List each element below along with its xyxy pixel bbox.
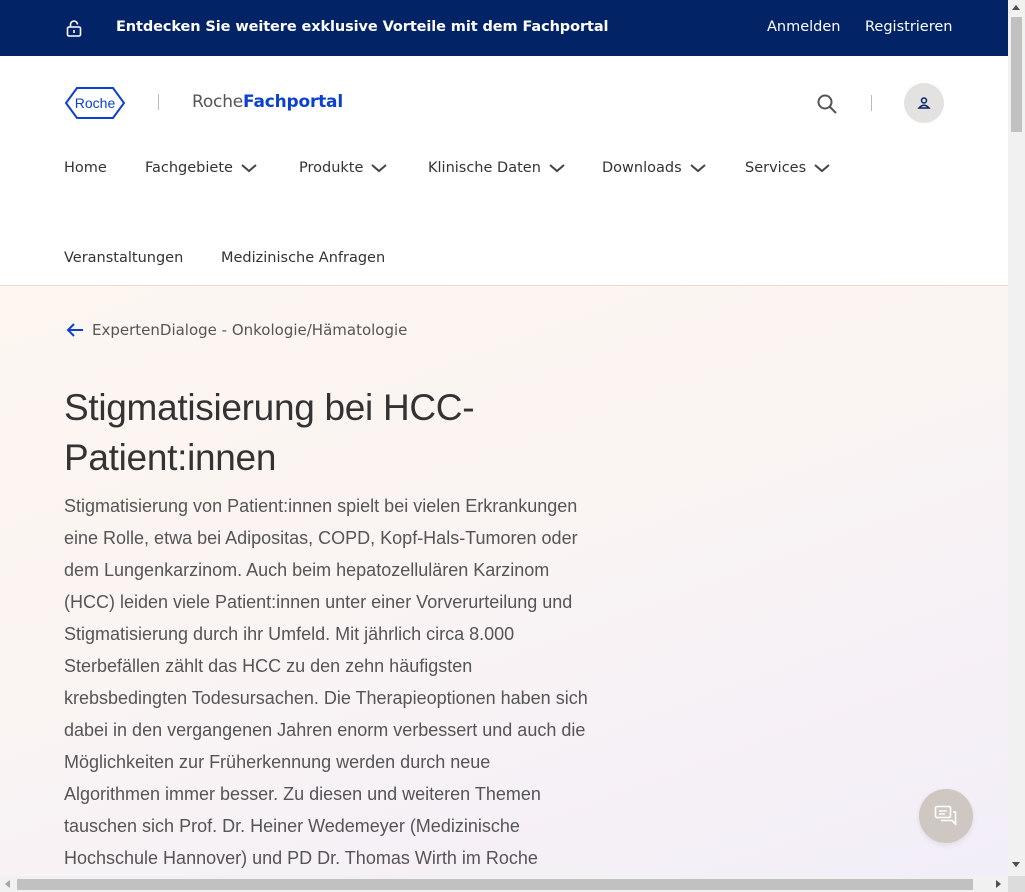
back-link-label: ExpertenDialoge - Onkologie/Hämatologie <box>92 321 408 339</box>
roche-logo[interactable]: Roche <box>64 86 126 120</box>
nav-veranstaltungen[interactable]: Veranstaltungen <box>64 250 183 266</box>
nav-label: Klinische Daten <box>428 160 541 176</box>
article-hero: ExpertenDialoge - Onkologie/Hämatologie … <box>0 286 1008 876</box>
promo-bar: Entdecken Sie weitere exklusive Vorteile… <box>0 0 1008 56</box>
nav-label: Fachgebiete <box>145 160 233 176</box>
user-icon <box>917 97 931 109</box>
vertical-scrollbar[interactable] <box>1008 0 1025 876</box>
horizontal-scroll-thumb[interactable] <box>17 879 973 890</box>
login-link[interactable]: Anmelden <box>767 19 841 35</box>
roche-logo-text: Roche <box>75 95 116 111</box>
chat-icon <box>934 805 957 826</box>
vertical-scroll-thumb[interactable] <box>1011 17 1022 132</box>
nav-label: Downloads <box>602 160 682 176</box>
register-link[interactable]: Registrieren <box>865 19 952 35</box>
chevron-down-icon <box>689 164 706 173</box>
nav-produkte[interactable]: Produkte <box>299 160 388 176</box>
page-title: Stigmatisierung bei HCC-Patient:innen <box>64 387 475 478</box>
scrollbar-corner <box>1008 876 1025 892</box>
back-link[interactable]: ExpertenDialoge - Onkologie/Hämatologie <box>66 321 407 339</box>
scroll-left-arrow[interactable] <box>5 880 10 888</box>
site-header: Roche RocheFachportal Home Fachgebiete P… <box>0 56 1008 286</box>
scroll-up-arrow[interactable] <box>1012 5 1020 10</box>
chat-button[interactable] <box>919 789 973 843</box>
fachportal-brand[interactable]: RocheFachportal <box>192 92 343 112</box>
nav-services[interactable]: Services <box>745 160 830 176</box>
chevron-down-icon <box>814 164 830 173</box>
scroll-right-arrow[interactable] <box>996 880 1001 888</box>
promo-text: Entdecken Sie weitere exklusive Vorteile… <box>116 19 609 35</box>
arrow-left-icon <box>66 323 83 337</box>
page-viewport: Entdecken Sie weitere exklusive Vorteile… <box>0 0 1008 876</box>
nav-fachgebiete[interactable]: Fachgebiete <box>145 160 257 176</box>
search-icon[interactable] <box>816 93 838 115</box>
chevron-down-icon <box>371 164 388 173</box>
nav-label: Produkte <box>299 160 364 176</box>
icon-divider <box>871 95 872 111</box>
scroll-down-arrow[interactable] <box>1012 862 1020 867</box>
nav-klinische-daten[interactable]: Klinische Daten <box>428 160 565 176</box>
brand-prefix: Roche <box>192 92 244 112</box>
user-account-button[interactable] <box>904 83 944 123</box>
logo-divider <box>158 94 159 110</box>
nav-label: Medizinische Anfragen <box>221 250 386 266</box>
nav-label: Veranstaltungen <box>64 250 184 266</box>
article-intro: Stigmatisierung von Patient:innen spielt… <box>64 496 588 868</box>
nav-label: Home <box>64 160 107 176</box>
brand-suffix: Fachportal <box>243 92 343 112</box>
chevron-down-icon <box>241 164 257 173</box>
chevron-down-icon <box>549 164 565 173</box>
nav-label: Services <box>745 160 807 176</box>
horizontal-scrollbar[interactable] <box>0 876 1008 892</box>
lock-open-icon <box>66 20 82 37</box>
nav-home[interactable]: Home <box>64 160 107 176</box>
nav-downloads[interactable]: Downloads <box>602 160 706 176</box>
nav-medizinische-anfragen[interactable]: Medizinische Anfragen <box>221 250 385 266</box>
